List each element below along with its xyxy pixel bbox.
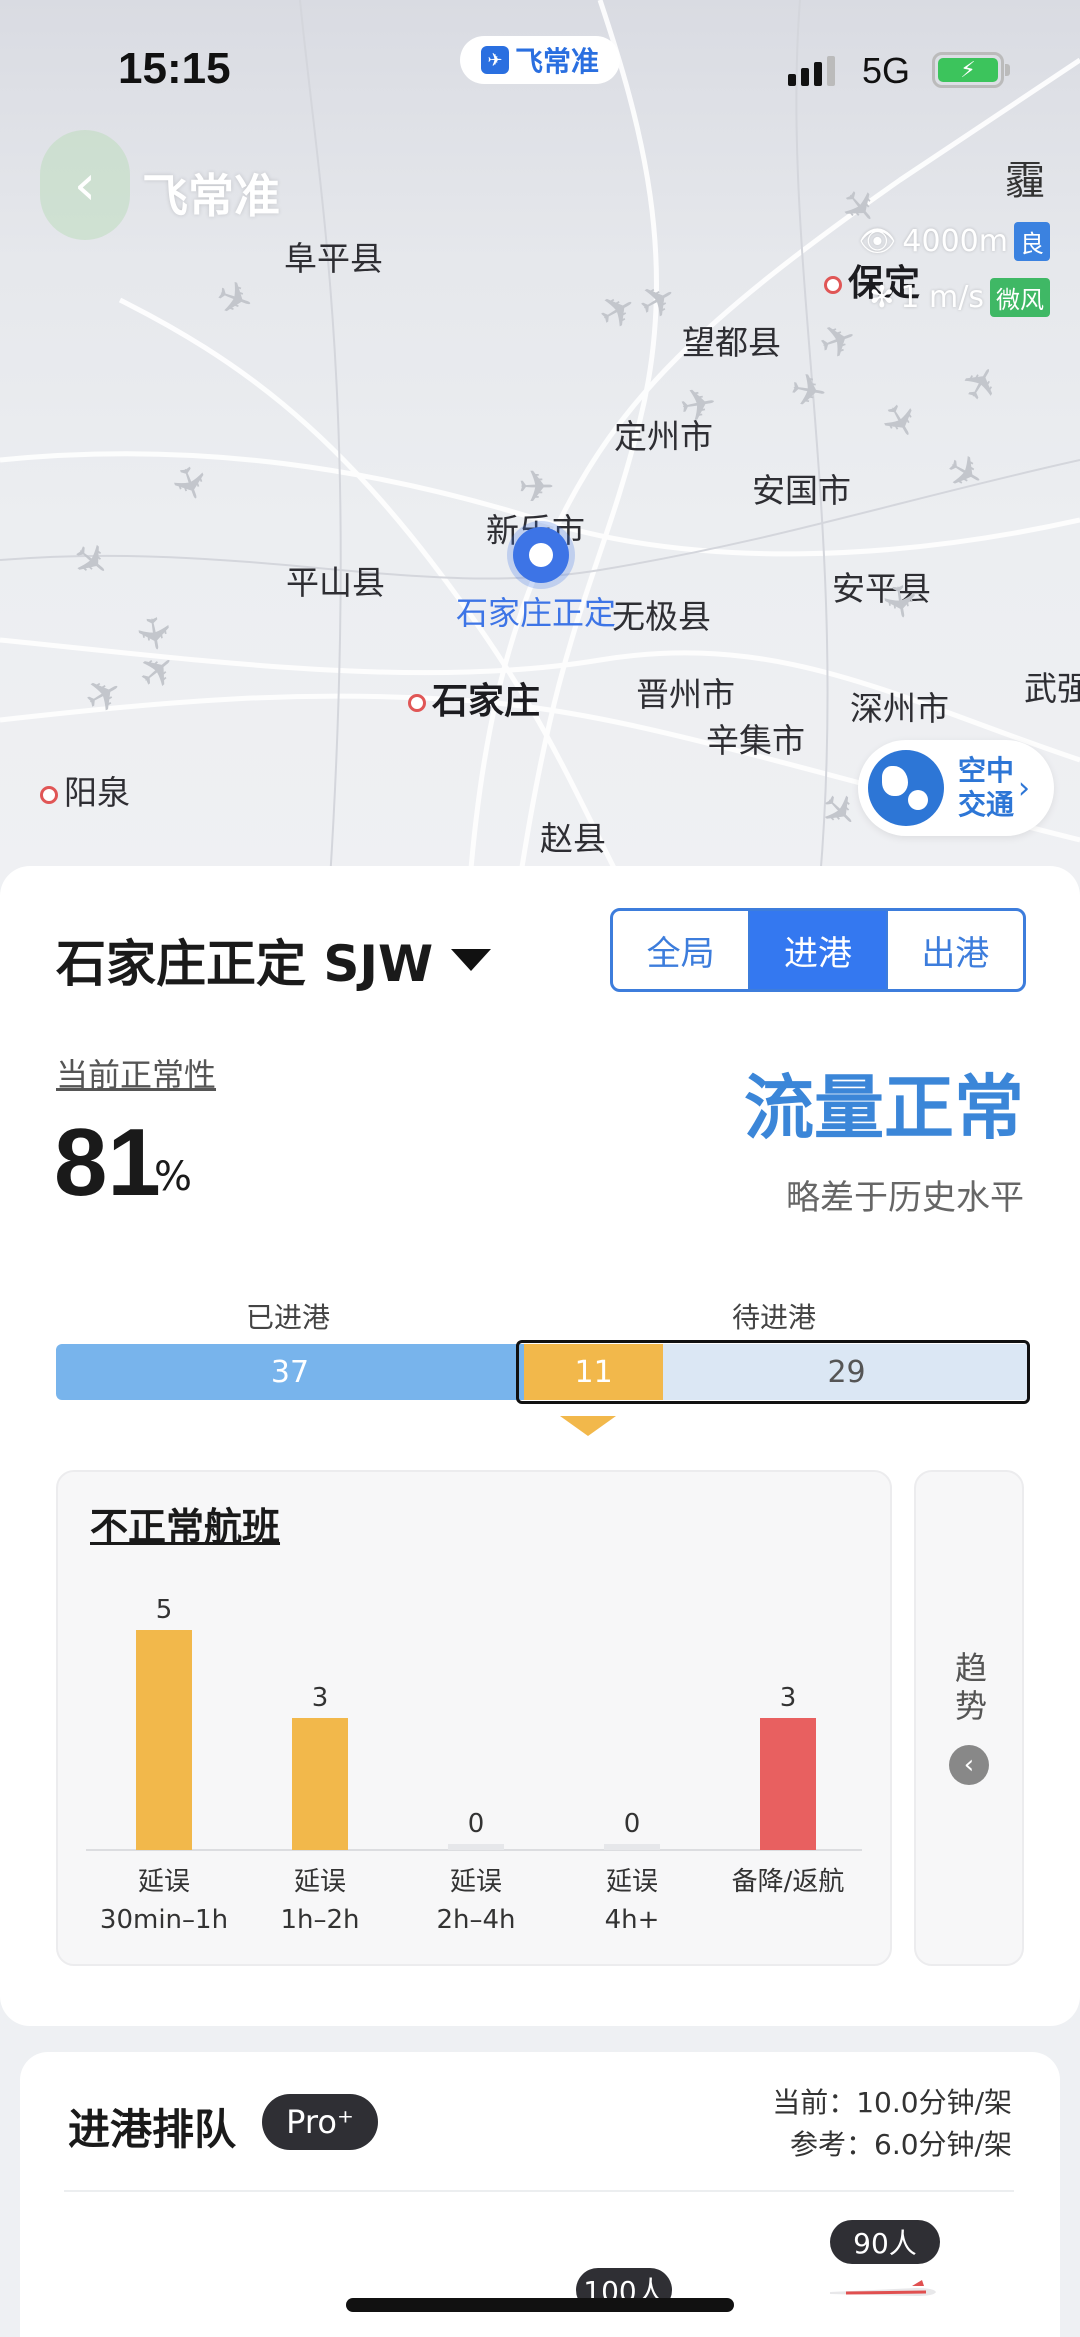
map-city-label: 石家庄 — [408, 672, 540, 724]
aircraft-icon — [830, 2280, 936, 2296]
map-city-label: 辛集市 — [706, 721, 805, 760]
air-traffic-button[interactable]: 空中 交通 › — [858, 740, 1054, 836]
current-rate: 当前：10.0分钟/架 — [772, 2086, 1012, 2119]
back-button[interactable]: ‹ — [40, 130, 130, 240]
chart-data-label: 0 — [468, 1809, 485, 1839]
map-city-label: 望都县 — [682, 323, 781, 362]
direction-tabs: 全局 进港 出港 — [610, 908, 1026, 992]
chart-category-label: 延误 — [606, 1867, 658, 1897]
active-app-pill: ✈ 飞常准 — [460, 36, 620, 84]
chart-data-label: 3 — [780, 1683, 797, 1713]
abnormal-flights-chart: 5 延误 30min–1h 3 延误 1h–2h 0 延误 2h–4h 0 延误 4h+ 3 备降/返航 — [86, 1595, 862, 1935]
app-screen: 阜平县 保定 望都县 定州市 安国市 新乐市 平山县 无极县 安平县 晋州市 深… — [0, 0, 1080, 2337]
pending-pointer-icon — [560, 1416, 616, 1436]
plane-icon[interactable]: ✈ — [786, 363, 831, 420]
map-city-label: 平山县 — [286, 563, 385, 602]
chart-category-label: 延误 — [450, 1867, 502, 1897]
tab-arrivals[interactable]: 进港 — [750, 911, 888, 989]
abnormal-flights-title[interactable]: 不正常航班 — [90, 1496, 280, 1551]
plane-icon[interactable]: ✈ — [676, 377, 721, 434]
signal-strength-icon — [788, 54, 835, 86]
trend-panel[interactable]: 趋势 ‹ — [914, 1470, 1024, 1966]
punctuality-value: 81 — [54, 1109, 161, 1216]
visibility-indicator: 👁 4000m 良 — [858, 222, 1050, 261]
chart-data-label: 3 — [312, 1683, 329, 1713]
selected-airport-map-label: 石家庄正定 — [456, 594, 617, 632]
tab-overall[interactable]: 全局 — [613, 911, 751, 989]
map-city-label: 阜平县 — [284, 239, 383, 278]
chart-bar[interactable] — [760, 1718, 816, 1850]
airport-selector[interactable]: 石家庄正定 SJW — [56, 924, 492, 996]
chevron-left-icon: ‹ — [73, 152, 97, 218]
map-city-label: 赵县 — [540, 819, 606, 858]
flow-status: 流量正常 — [744, 1067, 1024, 1149]
map-city-label: 安国市 — [752, 471, 851, 510]
pro-badge[interactable]: Pro⁺ — [262, 2094, 378, 2150]
chart-data-label: 5 — [156, 1595, 173, 1625]
divider — [64, 2190, 1014, 2192]
arrived-label: 已进港 — [246, 1301, 331, 1334]
plane-icon[interactable]: ✈ — [518, 466, 555, 510]
chart-category-label: 4h+ — [605, 1905, 660, 1935]
selected-airport-pin[interactable] — [513, 527, 569, 583]
clock: 15:15 — [118, 44, 231, 93]
network-type: 5G — [862, 50, 911, 91]
punctuality-unit: % — [154, 1154, 193, 1200]
wind-icon: ✻ — [869, 280, 895, 315]
app-title: 飞常准 — [142, 169, 280, 223]
visibility-grade-badge: 良 — [1014, 222, 1050, 261]
map-city-label: 阳泉 — [40, 766, 130, 814]
chart-category-label: 30min–1h — [100, 1905, 228, 1935]
air-traffic-label: 空中 交通 — [958, 754, 1015, 821]
caret-down-icon — [451, 949, 492, 971]
wind-grade-badge: 微风 — [990, 278, 1050, 317]
status-bar: 15:15 ✈ 飞常准 5G ⚡ — [0, 0, 1080, 140]
queue-rates: 当前：10.0分钟/架 参考：6.0分钟/架 — [772, 2082, 1012, 2166]
home-indicator[interactable] — [346, 2298, 734, 2312]
chart-category-label: 1h–2h — [280, 1905, 359, 1935]
weather-condition[interactable]: 霾 — [1005, 148, 1045, 206]
chart-data-label: 0 — [624, 1809, 641, 1839]
punctuality-label[interactable]: 当前正常性 — [56, 1050, 216, 1096]
map-city-label: 深州市 — [850, 689, 949, 728]
queue-count-bubble: 90人 — [830, 2220, 940, 2264]
plane-icon[interactable]: ✈ — [871, 579, 928, 624]
chart-bar[interactable] — [604, 1844, 660, 1850]
app-logo-icon: ✈ — [480, 46, 509, 74]
chevron-left-icon[interactable]: ‹ — [949, 1745, 989, 1785]
waiting-label: 待进港 — [732, 1301, 817, 1334]
reference-rate: 参考：6.0分钟/架 — [790, 2128, 1012, 2161]
map-city-label: 武强 — [1024, 669, 1080, 708]
flow-comparison: 略差于历史水平 — [786, 1178, 1024, 1218]
chart-category-label: 延误 — [138, 1867, 190, 1897]
chart-bar[interactable] — [292, 1718, 348, 1850]
map-city-label: 无极县 — [612, 597, 711, 636]
map-city-label: 晋州市 — [636, 675, 735, 714]
chart-category-label: 2h–4h — [436, 1905, 515, 1935]
battery-charging-icon: ⚡ — [932, 52, 1010, 88]
arrived-segment: 37 — [56, 1344, 525, 1400]
chart-category-label: 延误 — [294, 1867, 346, 1897]
chart-category-label: 备降/返航 — [732, 1867, 845, 1897]
chart-bar[interactable] — [136, 1630, 192, 1850]
trend-label: 趋势 — [950, 1651, 988, 1727]
wind-indicator: ✻ 1 m/s 微风 — [869, 278, 1050, 317]
chevron-right-icon: › — [1018, 770, 1031, 806]
globe-icon — [868, 750, 944, 826]
chart-bar[interactable] — [448, 1844, 504, 1850]
arrival-queue-title: 进港排队 — [68, 2105, 237, 2154]
tab-departures[interactable]: 出港 — [888, 911, 1023, 989]
waiting-highlight-frame — [516, 1340, 1030, 1404]
eye-icon: 👁 — [858, 224, 897, 259]
